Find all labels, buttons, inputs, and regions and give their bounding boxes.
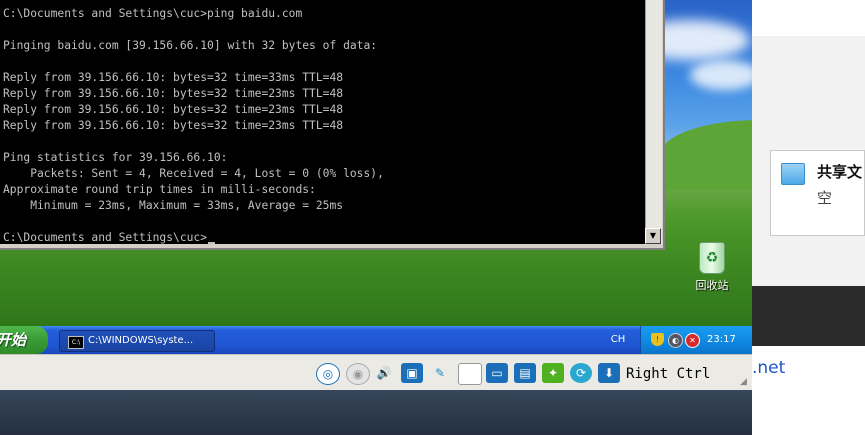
- command-prompt-window[interactable]: C:\Documents and Settings\cuc>ping baidu…: [0, 0, 665, 250]
- hard-disk-icon[interactable]: ◎: [316, 363, 340, 385]
- host-key-label: Right Ctrl: [626, 366, 711, 382]
- optical-drive-icon[interactable]: ◉: [346, 363, 370, 385]
- console-icon: C:\: [68, 336, 84, 349]
- wallpaper-cloud: [690, 60, 752, 90]
- host-link[interactable]: .net: [752, 358, 785, 378]
- console-line: Pinging baidu.com [39.156.66.10] with 32…: [3, 39, 378, 52]
- audio-icon[interactable]: 🔊: [373, 363, 395, 383]
- vertical-scrollbar[interactable]: [645, 0, 662, 244]
- security-alert-icon[interactable]: ✕: [685, 333, 700, 348]
- keyboard-capture-icon[interactable]: ⟳: [570, 363, 592, 383]
- system-tray: ! ◐ ✕ 23:17: [640, 326, 752, 354]
- mouse-integration-icon[interactable]: ✦: [542, 363, 564, 383]
- recycle-bin-icon: ♻: [699, 242, 725, 274]
- virtualbox-status-bar: ◎ ◉ 🔊 ▣ ✎ ▭ ▤ ✦ ⟳ ⬇ Right Ctrl ◢: [0, 354, 752, 391]
- console-line: Approximate round trip times in milli-se…: [3, 183, 316, 196]
- language-indicator[interactable]: CH: [598, 326, 638, 354]
- console-line: Reply from 39.156.66.10: bytes=32 time=2…: [3, 119, 344, 132]
- console-line: C:\Documents and Settings\cuc>ping baidu…: [3, 7, 303, 20]
- folder-icon: [781, 163, 805, 185]
- shared-folders-icon[interactable]: [458, 363, 482, 385]
- console-line: Ping statistics for 39.156.66.10:: [3, 151, 228, 164]
- recycle-bin-label: 回收站: [695, 279, 729, 292]
- resize-grip-icon[interactable]: ◢: [740, 377, 750, 387]
- recycle-bin-shortcut[interactable]: ♻ 回收站: [688, 242, 736, 293]
- download-icon[interactable]: ⬇: [598, 363, 620, 383]
- text-cursor: [208, 242, 216, 244]
- console-prompt: C:\Documents and Settings\cuc>: [3, 231, 208, 244]
- console-prompt-line: C:\Documents and Settings\cuc>: [3, 230, 216, 244]
- shield-icon[interactable]: !: [651, 333, 664, 346]
- console-output[interactable]: C:\Documents and Settings\cuc>ping baidu…: [0, 0, 645, 244]
- taskbar-item-label: C:\WINDOWS\syste...: [88, 335, 194, 346]
- shared-folder-panel[interactable]: 共享文 空: [770, 150, 865, 236]
- shared-folder-title: 共享文: [817, 163, 863, 181]
- clock[interactable]: 23:17: [707, 326, 736, 354]
- start-button[interactable]: 开始: [0, 326, 48, 354]
- console-line: Reply from 39.156.66.10: bytes=32 time=2…: [3, 87, 344, 100]
- console-line: Minimum = 23ms, Maximum = 33ms, Average …: [3, 199, 344, 212]
- console-line: Reply from 39.156.66.10: bytes=32 time=3…: [3, 71, 344, 84]
- shared-folder-subtitle: 空: [817, 189, 833, 207]
- console-line: Packets: Sent = 4, Received = 4, Lost = …: [3, 167, 384, 180]
- display-icon[interactable]: ▭: [486, 363, 508, 383]
- usb-icon[interactable]: ✎: [429, 363, 451, 383]
- scroll-down-button[interactable]: ▼: [645, 228, 661, 244]
- taskbar-item-command-prompt[interactable]: C:\ C:\WINDOWS\syste...: [59, 330, 215, 352]
- host-desktop-background: [0, 390, 752, 435]
- console-line: Reply from 39.156.66.10: bytes=32 time=2…: [3, 103, 344, 116]
- network-adapter-icon[interactable]: ▣: [401, 363, 423, 383]
- network-icon[interactable]: ◐: [668, 333, 683, 348]
- host-dark-region: [752, 286, 865, 346]
- wallpaper-hill: [660, 120, 752, 190]
- video-capture-icon[interactable]: ▤: [514, 363, 536, 383]
